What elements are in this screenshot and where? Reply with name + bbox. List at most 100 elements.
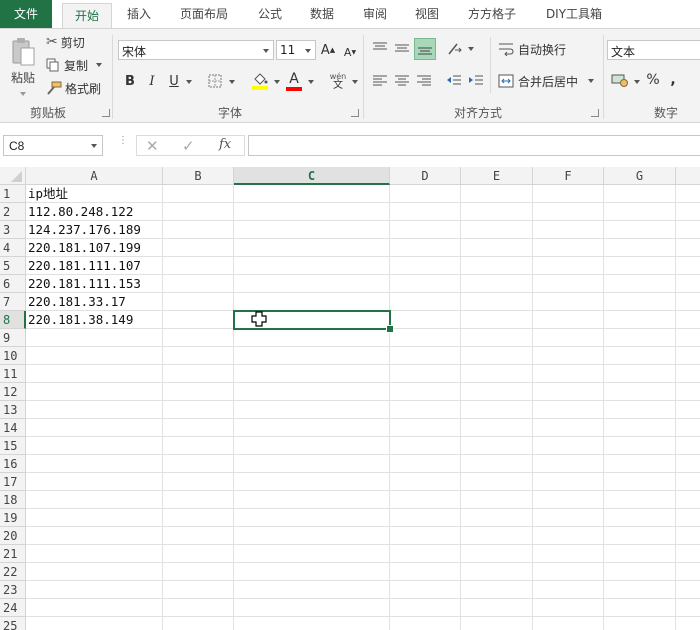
tab-review[interactable]: 审阅 <box>352 0 398 28</box>
borders-button[interactable] <box>206 72 224 90</box>
font-color-button[interactable]: A <box>284 70 304 92</box>
select-all-corner[interactable] <box>0 167 26 185</box>
column-header-d[interactable]: D <box>390 167 461 185</box>
column-header-a[interactable]: A <box>26 167 163 185</box>
row-header-21[interactable]: 21 <box>0 545 26 563</box>
row-header-1[interactable]: 1 <box>0 185 26 203</box>
column-header-f[interactable]: F <box>533 167 604 185</box>
formula-bar-grip-icon[interactable]: ⋮ <box>118 136 128 151</box>
row-header-4[interactable]: 4 <box>0 239 26 257</box>
comma-style-button[interactable]: , <box>668 70 678 90</box>
bold-button[interactable]: B <box>122 71 138 91</box>
paste-button[interactable]: 粘贴 <box>6 33 40 89</box>
copy-button[interactable]: 复制 <box>46 56 103 74</box>
align-center-button[interactable] <box>392 71 412 91</box>
row-header-14[interactable]: 14 <box>0 419 26 437</box>
paste-dropdown-icon[interactable] <box>20 92 26 96</box>
name-box-dropdown-icon[interactable] <box>91 144 97 148</box>
insert-function-icon[interactable]: fx <box>219 137 231 152</box>
row-header-11[interactable]: 11 <box>0 365 26 383</box>
cell-a6[interactable]: 220.181.111.153 <box>28 275 141 293</box>
font-size-dropdown-icon[interactable] <box>305 49 311 53</box>
tab-fangfang-gezi[interactable]: 方方格子 <box>460 0 524 28</box>
column-header-c[interactable]: C <box>234 167 390 185</box>
column-header-e[interactable]: E <box>461 167 533 185</box>
font-name-dropdown-icon[interactable] <box>263 49 269 53</box>
italic-button[interactable]: I <box>144 71 160 91</box>
align-bottom-button[interactable] <box>414 38 436 60</box>
tab-data[interactable]: 数据 <box>300 0 344 28</box>
borders-dropdown-icon[interactable] <box>229 80 235 84</box>
column-header-h[interactable] <box>676 167 700 185</box>
align-left-button[interactable] <box>370 71 390 91</box>
merge-center-button[interactable]: 合并后居中 <box>498 71 595 91</box>
cell-a3[interactable]: 124.237.176.189 <box>28 221 141 239</box>
row-header-2[interactable]: 2 <box>0 203 26 221</box>
wrap-text-button[interactable]: 自动换行 <box>498 39 566 59</box>
row-header-7[interactable]: 7 <box>0 293 26 311</box>
orientation-button[interactable] <box>446 39 466 59</box>
tab-view[interactable]: 视图 <box>404 0 450 28</box>
cancel-entry-icon[interactable]: ✕ <box>146 137 159 155</box>
cell-a8[interactable]: 220.181.38.149 <box>28 311 133 329</box>
row-header-12[interactable]: 12 <box>0 383 26 401</box>
row-header-3[interactable]: 3 <box>0 221 26 239</box>
phonetic-dropdown-icon[interactable] <box>352 80 358 84</box>
align-right-button[interactable] <box>414 71 434 91</box>
row-header-9[interactable]: 9 <box>0 329 26 347</box>
percent-button[interactable]: % <box>645 70 661 90</box>
column-header-g[interactable]: G <box>604 167 676 185</box>
number-format-combo[interactable]: 文本 <box>607 40 700 60</box>
tab-diy-toolbox[interactable]: DIY工具箱 <box>538 0 610 28</box>
row-header-25[interactable]: 25 <box>0 617 26 630</box>
underline-button[interactable]: U <box>166 71 182 91</box>
copy-dropdown-icon[interactable] <box>96 63 103 67</box>
decrease-font-size-icon[interactable]: A ▼ <box>342 42 358 62</box>
font-color-dropdown-icon[interactable] <box>308 80 314 84</box>
alignment-launcher-icon[interactable] <box>591 109 599 117</box>
fill-handle[interactable] <box>386 325 394 333</box>
cut-button[interactable]: ✂ 剪切 <box>46 33 85 51</box>
font-name-combo[interactable]: 宋体 <box>118 40 274 60</box>
merge-dropdown-icon[interactable] <box>588 79 595 83</box>
formula-input[interactable] <box>248 135 700 156</box>
format-painter-button[interactable]: 格式刷 <box>46 79 101 97</box>
accounting-format-button[interactable] <box>609 70 631 90</box>
orientation-dropdown-icon[interactable] <box>468 47 474 51</box>
worksheet-grid[interactable]: A B C D E F G 1 2 3 4 5 6 7 8 9 10 11 12 13 14 15 16 17 1… <box>0 167 700 630</box>
increase-font-size-icon[interactable]: A ▲ <box>320 40 336 60</box>
cell-a4[interactable]: 220.181.107.199 <box>28 239 141 257</box>
cell-a2[interactable]: 112.80.248.122 <box>28 203 133 221</box>
row-header-8[interactable]: 8 <box>0 311 26 329</box>
tab-insert[interactable]: 插入 <box>116 0 162 28</box>
font-size-combo[interactable]: 11 <box>276 40 316 60</box>
fill-color-button[interactable] <box>250 70 270 92</box>
tab-formulas[interactable]: 公式 <box>248 0 292 28</box>
row-header-22[interactable]: 22 <box>0 563 26 581</box>
row-header-13[interactable]: 13 <box>0 401 26 419</box>
row-header-19[interactable]: 19 <box>0 509 26 527</box>
row-header-5[interactable]: 5 <box>0 257 26 275</box>
row-header-15[interactable]: 15 <box>0 437 26 455</box>
row-header-23[interactable]: 23 <box>0 581 26 599</box>
name-box[interactable]: C8 <box>3 135 103 156</box>
cell-a5[interactable]: 220.181.111.107 <box>28 257 141 275</box>
row-header-24[interactable]: 24 <box>0 599 26 617</box>
column-header-b[interactable]: B <box>163 167 234 185</box>
cell-a1[interactable]: ip地址 <box>28 185 68 203</box>
row-header-16[interactable]: 16 <box>0 455 26 473</box>
font-launcher-icon[interactable] <box>351 109 359 117</box>
row-header-10[interactable]: 10 <box>0 347 26 365</box>
row-header-17[interactable]: 17 <box>0 473 26 491</box>
confirm-entry-icon[interactable]: ✓ <box>182 137 195 155</box>
increase-indent-button[interactable] <box>466 71 486 91</box>
row-header-20[interactable]: 20 <box>0 527 26 545</box>
cell-a7[interactable]: 220.181.33.17 <box>28 293 126 311</box>
decrease-indent-button[interactable] <box>444 71 464 91</box>
fill-color-dropdown-icon[interactable] <box>274 80 280 84</box>
tab-file[interactable]: 文件 <box>0 0 52 28</box>
tab-page-layout[interactable]: 页面布局 <box>170 0 238 28</box>
align-top-button[interactable] <box>370 38 390 58</box>
accounting-dropdown-icon[interactable] <box>634 80 640 84</box>
row-header-18[interactable]: 18 <box>0 491 26 509</box>
